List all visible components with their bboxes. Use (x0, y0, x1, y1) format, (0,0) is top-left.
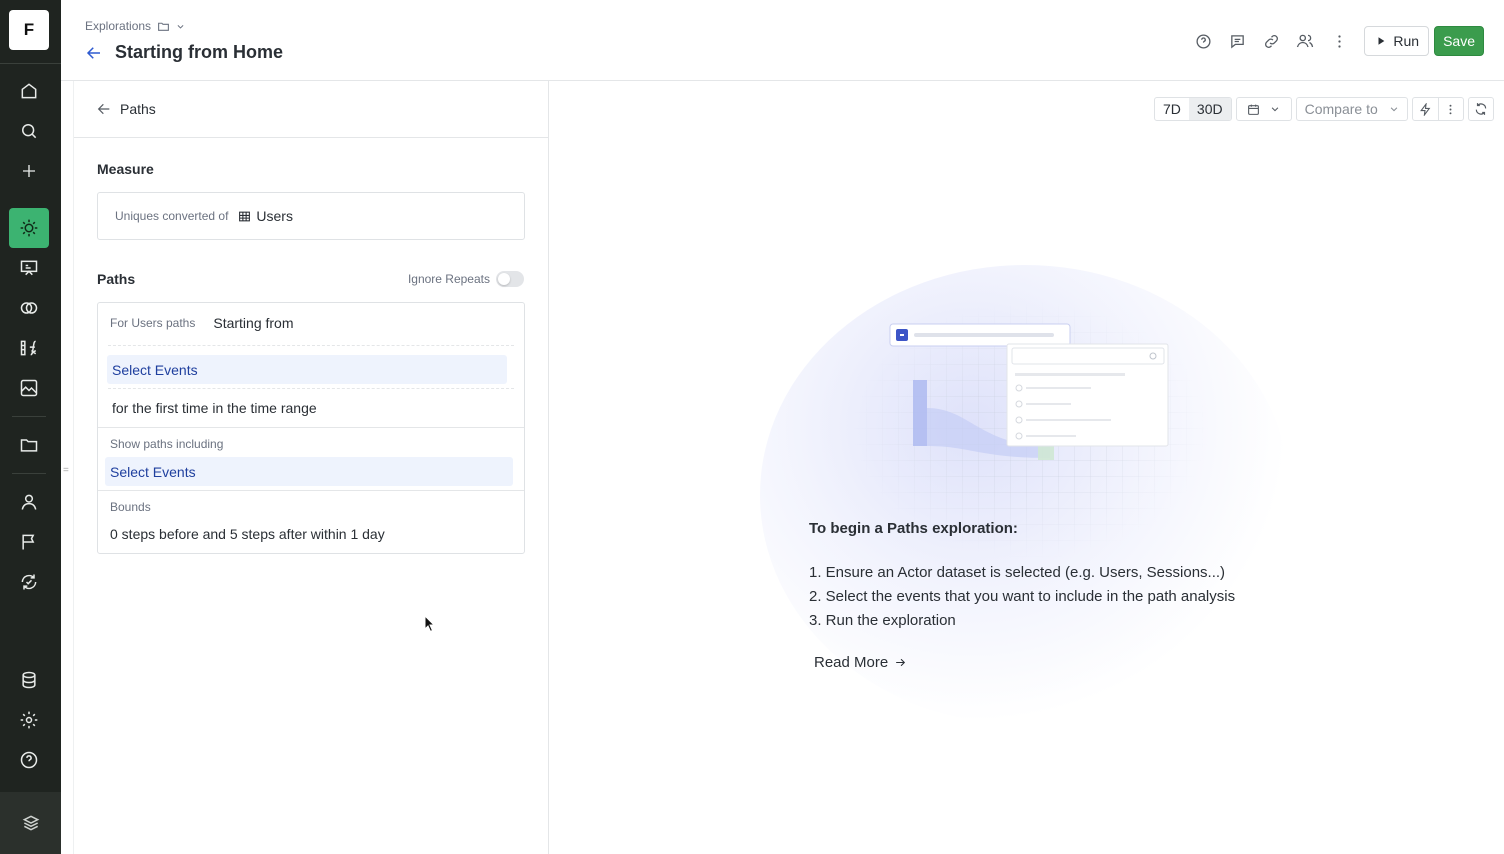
divider (12, 473, 46, 474)
range-7d-button[interactable]: 7D (1155, 98, 1189, 120)
back-arrow-icon[interactable] (96, 101, 112, 117)
read-more-label[interactable]: Read More (814, 654, 888, 671)
compare-to-select[interactable]: Compare to (1295, 97, 1408, 121)
step-2: 2. Select the events that you want to in… (809, 588, 1236, 605)
user-icon[interactable] (9, 482, 49, 522)
divider (0, 63, 61, 64)
lightbulb-icon[interactable] (9, 208, 49, 248)
image-chart-icon[interactable] (9, 368, 49, 408)
calendar-icon (1248, 104, 1260, 115)
results-toolbar: 7D 30D Compare to (1154, 97, 1494, 121)
select-events-start[interactable]: Select Events (107, 355, 507, 384)
panel-back-link[interactable]: Paths (74, 81, 548, 138)
breadcrumb-label[interactable]: Explorations (85, 19, 151, 33)
plus-icon[interactable] (9, 151, 49, 191)
comment-icon[interactable] (1220, 26, 1254, 56)
play-icon (1378, 37, 1385, 45)
save-label: Save (1443, 33, 1475, 49)
link-icon[interactable] (1254, 26, 1288, 56)
back-arrow-icon[interactable] (85, 44, 103, 62)
measure-prefix: Uniques converted of (115, 209, 229, 223)
empty-state: To begin a Paths exploration: 1. Ensure … (809, 520, 1309, 633)
header: Explorations Starting from Home Run Save (61, 0, 1504, 81)
folder-icon[interactable] (9, 425, 49, 465)
paths-illustration (889, 323, 1169, 460)
sidebar: F (0, 0, 61, 854)
share-users-icon[interactable] (1288, 26, 1322, 56)
divider (98, 490, 524, 491)
save-button[interactable]: Save (1434, 26, 1484, 56)
read-more-link[interactable]: Read More (814, 654, 907, 671)
ignore-repeats: Ignore Repeats (408, 271, 524, 287)
refresh-icon[interactable] (1467, 97, 1494, 121)
for-users-label: For Users paths (110, 316, 196, 330)
lightning-icon[interactable] (1413, 98, 1438, 120)
divider (12, 416, 46, 417)
run-button[interactable]: Run (1364, 26, 1430, 56)
empty-state-title: To begin a Paths exploration: (809, 520, 1018, 537)
presentation-icon[interactable] (9, 248, 49, 288)
brand-stack-icon[interactable] (0, 792, 61, 854)
chevron-down-icon (1390, 107, 1397, 112)
breadcrumb[interactable]: Explorations (85, 19, 185, 33)
overlap-circles-icon[interactable] (9, 288, 49, 328)
starting-from-select[interactable]: Starting from (213, 315, 293, 331)
show-paths-label: Show paths including (110, 437, 224, 451)
arrow-right-icon (896, 658, 906, 667)
divider (98, 427, 524, 428)
dataset-chip[interactable]: Users (238, 208, 293, 224)
compare-to-label: Compare to (1304, 101, 1378, 117)
measure-selector[interactable]: Uniques converted of Users (97, 192, 525, 240)
bounds-label: Bounds (110, 500, 151, 514)
divider (108, 388, 514, 389)
help-icon[interactable] (1186, 26, 1220, 56)
panel-title[interactable]: Paths (120, 101, 156, 117)
range-30d-button[interactable]: 30D (1188, 98, 1231, 120)
paths-heading: Paths (97, 271, 136, 287)
select-events-including[interactable]: Select Events (105, 457, 513, 486)
range-selector: 7D 30D (1154, 97, 1232, 121)
workspace-logo[interactable]: F (9, 10, 49, 50)
table-icon (239, 211, 251, 221)
more-vertical-icon[interactable] (1322, 26, 1356, 56)
ignore-repeats-label: Ignore Repeats (407, 272, 490, 286)
panel-resize-handle[interactable]: = (63, 465, 69, 476)
help-icon[interactable] (9, 740, 49, 780)
folder-icon[interactable] (157, 20, 170, 33)
database-icon[interactable] (9, 660, 49, 700)
search-icon[interactable] (9, 111, 49, 151)
measure-heading: Measure (97, 161, 154, 177)
more-vertical-icon[interactable] (1437, 98, 1463, 120)
step-1: 1. Ensure an Actor dataset is selected (… (809, 564, 1226, 581)
gear-icon[interactable] (9, 700, 49, 740)
ignore-repeats-toggle[interactable] (496, 271, 524, 287)
dataset-label: Users (256, 208, 293, 224)
flag-icon[interactable] (9, 522, 49, 562)
first-time-text[interactable]: for the first time in the time range (112, 400, 317, 416)
toolbar-icon-group (1411, 97, 1464, 121)
experiment-icon[interactable] (9, 562, 49, 602)
logo-letter: F (23, 20, 35, 39)
query-panel: Paths Measure Uniques converted of Users… (73, 81, 549, 854)
run-label: Run (1393, 33, 1420, 49)
page-title: Starting from Home (115, 42, 284, 62)
bounds-value[interactable]: 0 steps before and 5 steps after within … (110, 526, 385, 542)
mouse-cursor-icon (424, 615, 436, 633)
home-icon[interactable] (9, 71, 49, 111)
date-picker-button[interactable] (1235, 97, 1292, 121)
chevron-down-icon (1271, 107, 1279, 112)
formula-icon[interactable] (9, 328, 49, 368)
step-3: 3. Run the exploration (809, 612, 956, 629)
chevron-down-icon[interactable] (176, 22, 185, 31)
empty-state-steps: 1. Ensure an Actor dataset is selected (… (809, 561, 1309, 633)
divider (108, 345, 514, 346)
paths-config: For Users paths Starting from Select Eve… (97, 302, 525, 554)
